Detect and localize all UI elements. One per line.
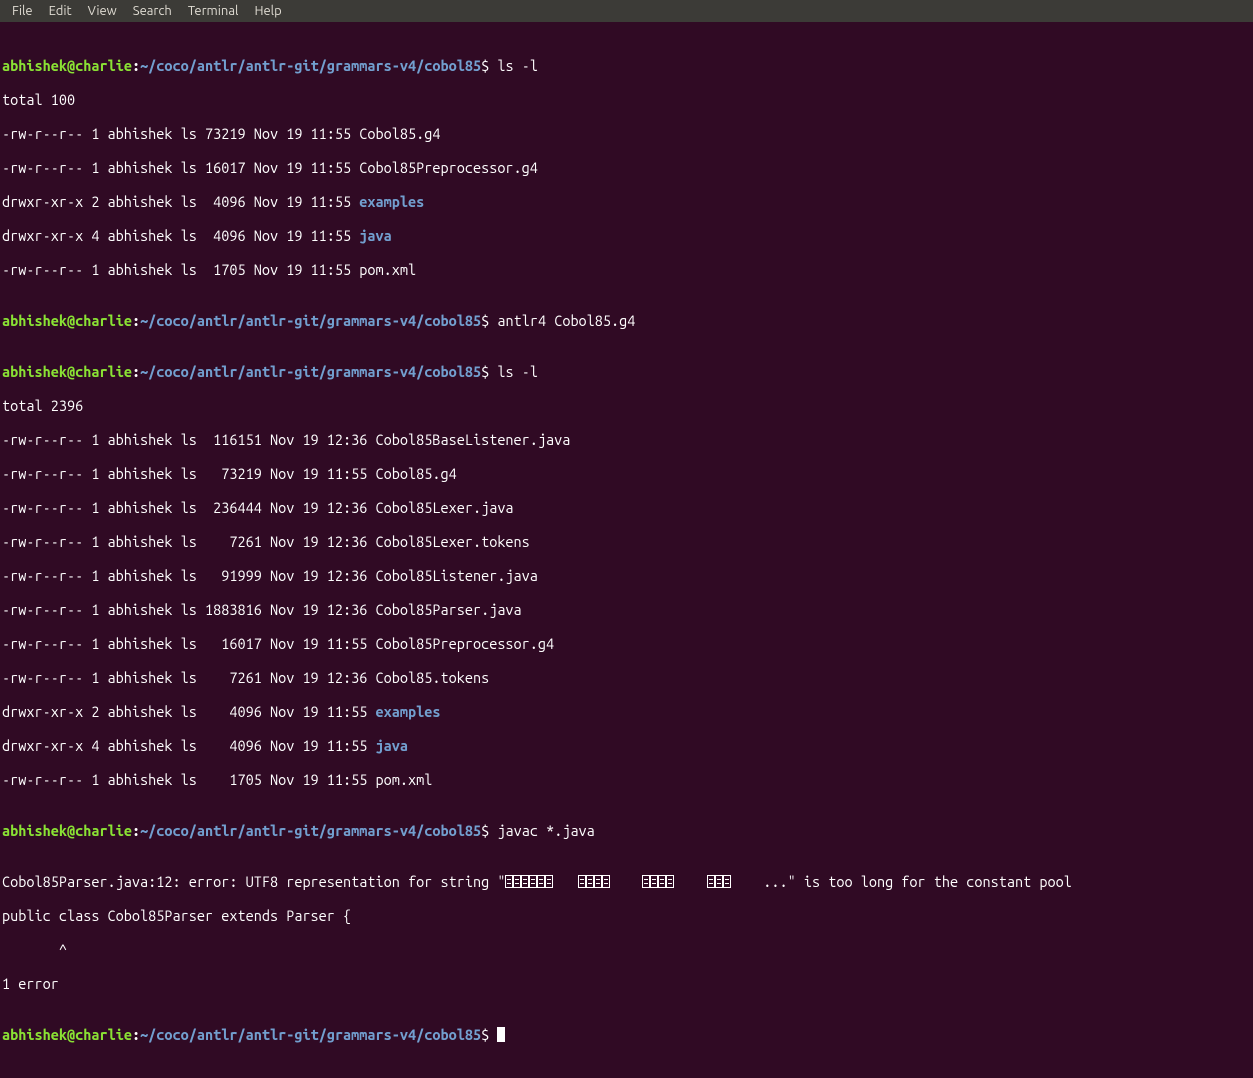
error-line-2: public class Cobol85Parser extends Parse… xyxy=(2,907,1251,924)
prompt-line-5: abhishek@charlie:~/coco/antlr/antlr-git/… xyxy=(2,1026,1251,1043)
cursor-icon xyxy=(497,1027,505,1042)
unknown-glyph-icon xyxy=(586,875,594,888)
command-3: ls -l xyxy=(497,363,538,380)
error-caret: ^ xyxy=(2,941,1251,958)
prompt-user: abhishek xyxy=(2,57,67,74)
error-count: 1 error xyxy=(2,975,1251,992)
listing-meta: drwxr-xr-x 4 abhishek ls 4096 Nov 19 11:… xyxy=(2,737,376,754)
prompt-line-1: abhishek@charlie:~/coco/antlr/antlr-git/… xyxy=(2,57,1251,74)
unknown-glyph-icon xyxy=(642,875,650,888)
prompt-at: @ xyxy=(67,1026,75,1043)
prompt-at: @ xyxy=(67,57,75,74)
listing-row: -rw-r--r-- 1 abhishek ls 91999 Nov 19 12… xyxy=(2,567,1251,584)
unknown-glyph-icon xyxy=(521,875,529,888)
menubar: File Edit View Search Terminal Help xyxy=(0,0,1253,22)
listing-meta: drwxr-xr-x 2 abhishek ls 4096 Nov 19 11:… xyxy=(2,193,359,210)
error-prefix: Cobol85Parser.java:12: error: UTF8 repre… xyxy=(2,873,505,890)
prompt-host: charlie xyxy=(75,822,132,839)
prompt-host: charlie xyxy=(75,363,132,380)
prompt-dollar: $ xyxy=(481,57,489,74)
prompt-colon: : xyxy=(132,363,140,380)
prompt-path: ~/coco/antlr/antlr-git/grammars-v4/cobol… xyxy=(140,363,481,380)
prompt-host: charlie xyxy=(75,1026,132,1043)
unknown-glyph-icon xyxy=(715,875,723,888)
prompt-path: ~/coco/antlr/antlr-git/grammars-v4/cobol… xyxy=(140,312,481,329)
command-4: javac *.java xyxy=(497,822,594,839)
unknown-glyph-icon xyxy=(505,875,513,888)
listing-row: drwxr-xr-x 2 abhishek ls 4096 Nov 19 11:… xyxy=(2,193,1251,210)
prompt-at: @ xyxy=(67,822,75,839)
menu-terminal[interactable]: Terminal xyxy=(180,3,247,20)
listing-row: drwxr-xr-x 2 abhishek ls 4096 Nov 19 11:… xyxy=(2,703,1251,720)
dir-name: examples xyxy=(359,193,424,210)
unknown-glyph-icon xyxy=(602,875,610,888)
listing-row: -rw-r--r-- 1 abhishek ls 116151 Nov 19 1… xyxy=(2,431,1251,448)
dir-name: java xyxy=(376,737,408,754)
prompt-line-3: abhishek@charlie:~/coco/antlr/antlr-git/… xyxy=(2,363,1251,380)
listing-row: drwxr-xr-x 4 abhishek ls 4096 Nov 19 11:… xyxy=(2,227,1251,244)
prompt-line-2: abhishek@charlie:~/coco/antlr/antlr-git/… xyxy=(2,312,1251,329)
unknown-glyph-icon xyxy=(707,875,715,888)
prompt-user: abhishek xyxy=(2,1026,67,1043)
unknown-glyph-icon xyxy=(545,875,553,888)
output-total-1: total 100 xyxy=(2,91,1251,108)
prompt-at: @ xyxy=(67,312,75,329)
prompt-user: abhishek xyxy=(2,822,67,839)
listing-row: drwxr-xr-x 4 abhishek ls 4096 Nov 19 11:… xyxy=(2,737,1251,754)
terminal-area[interactable]: abhishek@charlie:~/coco/antlr/antlr-git/… xyxy=(0,22,1253,1078)
listing-row: -rw-r--r-- 1 abhishek ls 73219 Nov 19 11… xyxy=(2,125,1251,142)
listing-row: -rw-r--r-- 1 abhishek ls 1705 Nov 19 11:… xyxy=(2,261,1251,278)
unknown-glyph-icon xyxy=(529,875,537,888)
prompt-colon: : xyxy=(132,57,140,74)
listing-meta: drwxr-xr-x 2 abhishek ls 4096 Nov 19 11:… xyxy=(2,703,376,720)
menu-edit[interactable]: Edit xyxy=(41,3,80,20)
prompt-user: abhishek xyxy=(2,312,67,329)
listing-meta: drwxr-xr-x 4 abhishek ls 4096 Nov 19 11:… xyxy=(2,227,359,244)
dir-name: java xyxy=(359,227,391,244)
prompt-dollar: $ xyxy=(481,822,489,839)
menu-help[interactable]: Help xyxy=(246,3,289,20)
unknown-glyph-icon xyxy=(578,875,586,888)
prompt-colon: : xyxy=(132,1026,140,1043)
error-line-1: Cobol85Parser.java:12: error: UTF8 repre… xyxy=(2,873,1251,890)
listing-row: -rw-r--r-- 1 abhishek ls 7261 Nov 19 12:… xyxy=(2,669,1251,686)
prompt-dollar: $ xyxy=(481,1026,489,1043)
menu-view[interactable]: View xyxy=(80,3,125,20)
prompt-path: ~/coco/antlr/antlr-git/grammars-v4/cobol… xyxy=(140,822,481,839)
listing-row: -rw-r--r-- 1 abhishek ls 16017 Nov 19 11… xyxy=(2,635,1251,652)
listing-row: -rw-r--r-- 1 abhishek ls 7261 Nov 19 12:… xyxy=(2,533,1251,550)
prompt-path: ~/coco/antlr/antlr-git/grammars-v4/cobol… xyxy=(140,57,481,74)
unknown-glyph-icon xyxy=(650,875,658,888)
prompt-colon: : xyxy=(132,822,140,839)
prompt-host: charlie xyxy=(75,312,132,329)
prompt-dollar: $ xyxy=(481,312,489,329)
unknown-glyph-icon xyxy=(723,875,731,888)
prompt-host: charlie xyxy=(75,57,132,74)
prompt-dollar: $ xyxy=(481,363,489,380)
listing-row: -rw-r--r-- 1 abhishek ls 16017 Nov 19 11… xyxy=(2,159,1251,176)
output-total-2: total 2396 xyxy=(2,397,1251,414)
prompt-colon: : xyxy=(132,312,140,329)
unknown-glyph-icon xyxy=(666,875,674,888)
prompt-path: ~/coco/antlr/antlr-git/grammars-v4/cobol… xyxy=(140,1026,481,1043)
command-1: ls -l xyxy=(497,57,538,74)
dir-name: examples xyxy=(376,703,441,720)
menu-file[interactable]: File xyxy=(4,3,41,20)
prompt-line-4: abhishek@charlie:~/coco/antlr/antlr-git/… xyxy=(2,822,1251,839)
prompt-user: abhishek xyxy=(2,363,67,380)
unknown-glyph-icon xyxy=(658,875,666,888)
listing-row: -rw-r--r-- 1 abhishek ls 73219 Nov 19 11… xyxy=(2,465,1251,482)
listing-row: -rw-r--r-- 1 abhishek ls 1705 Nov 19 11:… xyxy=(2,771,1251,788)
unknown-glyph-icon xyxy=(594,875,602,888)
unknown-glyph-icon xyxy=(537,875,545,888)
error-suffix: ..." is too long for the constant pool xyxy=(763,873,1072,890)
prompt-at: @ xyxy=(67,363,75,380)
command-2: antlr4 Cobol85.g4 xyxy=(497,312,635,329)
listing-row: -rw-r--r-- 1 abhishek ls 1883816 Nov 19 … xyxy=(2,601,1251,618)
listing-row: -rw-r--r-- 1 abhishek ls 236444 Nov 19 1… xyxy=(2,499,1251,516)
unknown-glyph-icon xyxy=(513,875,521,888)
menu-search[interactable]: Search xyxy=(125,3,180,20)
